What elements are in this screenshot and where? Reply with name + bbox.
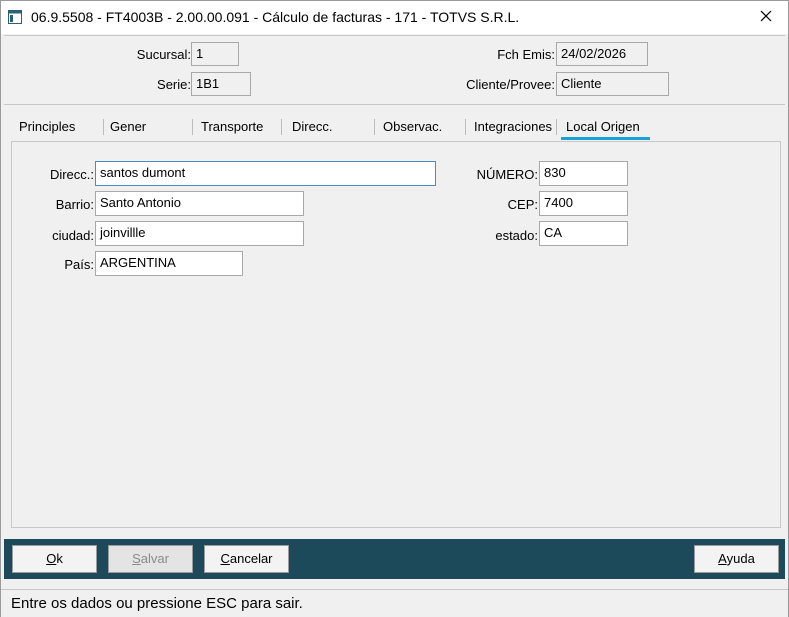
cep-input[interactable]: 7400 <box>539 191 628 216</box>
estado-label: estado: <box>495 228 538 243</box>
app-window-icon <box>8 10 22 24</box>
window-title: 06.9.5508 - FT4003B - 2.00.00.091 - Cálc… <box>31 9 520 25</box>
ok-accel: O <box>46 551 57 566</box>
tab-direcc[interactable]: Direcc. <box>292 113 332 141</box>
ciudad-input[interactable]: joinvillle <box>95 221 304 246</box>
tab-separator <box>465 119 466 135</box>
estado-input[interactable]: CA <box>539 221 628 246</box>
barrio-label: Barrio: <box>55 197 94 212</box>
numero-label: NÚMERO: <box>476 167 538 182</box>
direcc-label: Direcc.: <box>49 167 94 182</box>
status-message: Entre os dados ou pressione ESC para sai… <box>11 595 303 612</box>
cep-label: CEP: <box>507 197 538 212</box>
close-icon <box>760 10 772 25</box>
cliente-provee-label: Cliente/Provee: <box>466 77 555 92</box>
sucursal-label: Sucursal: <box>136 47 191 62</box>
button-bar: Ok Salvar Cancelar Ayuda <box>4 539 785 579</box>
sucursal-field[interactable]: 1 <box>191 42 239 66</box>
ok-button[interactable]: Ok <box>12 545 97 573</box>
ayuda-button[interactable]: Ayuda <box>694 545 779 573</box>
local-origen-panel: Direcc.: santos dumont Barrio: Santo Ant… <box>11 141 781 528</box>
tab-separator <box>103 119 104 135</box>
tab-separator <box>192 119 193 135</box>
title-bar: 06.9.5508 - FT4003B - 2.00.00.091 - Cálc… <box>1 1 788 34</box>
tab-separator <box>556 119 557 135</box>
salvar-label: alvar <box>140 551 169 566</box>
numero-input[interactable]: 830 <box>539 161 628 186</box>
active-tab-indicator <box>561 137 650 140</box>
ok-label: k <box>56 551 63 566</box>
tab-transporte[interactable]: Transporte <box>201 113 263 141</box>
cancelar-accel: C <box>220 551 230 566</box>
pais-label: País: <box>64 257 94 272</box>
cancelar-button[interactable]: Cancelar <box>204 545 289 573</box>
tab-separator <box>281 119 282 135</box>
close-button[interactable] <box>744 1 788 34</box>
direcc-input[interactable]: santos dumont <box>95 161 436 186</box>
ciudad-label: ciudad: <box>52 228 94 243</box>
cancelar-label: ancelar <box>229 551 273 566</box>
tab-principles[interactable]: Principles <box>19 113 75 141</box>
tab-bar: Principles Gener Transporte Direcc. Obse… <box>11 113 781 141</box>
salvar-accel: S <box>132 551 141 566</box>
tab-integraciones[interactable]: Integraciones <box>474 113 552 141</box>
app-window: 06.9.5508 - FT4003B - 2.00.00.091 - Cálc… <box>0 0 789 617</box>
barrio-input[interactable]: Santo Antonio <box>95 191 304 216</box>
fch-emis-label: Fch Emis: <box>497 47 555 62</box>
pais-input[interactable]: ARGENTINA <box>95 251 243 276</box>
cliente-provee-field[interactable]: Cliente <box>556 72 669 96</box>
ayuda-label: yuda <box>726 551 755 566</box>
header-panel: Sucursal: 1 Serie: 1B1 Fch Emis: 24/02/2… <box>4 35 785 105</box>
serie-field[interactable]: 1B1 <box>191 72 251 96</box>
fch-emis-field[interactable]: 24/02/2026 <box>556 42 648 66</box>
tab-separator <box>374 119 375 135</box>
status-bar: Entre os dados ou pressione ESC para sai… <box>1 589 788 617</box>
tab-gener[interactable]: Gener <box>110 113 146 141</box>
salvar-button[interactable]: Salvar <box>108 545 193 573</box>
tab-observac[interactable]: Observac. <box>383 113 442 141</box>
serie-label: Serie: <box>157 77 191 92</box>
ayuda-accel: A <box>718 551 727 566</box>
